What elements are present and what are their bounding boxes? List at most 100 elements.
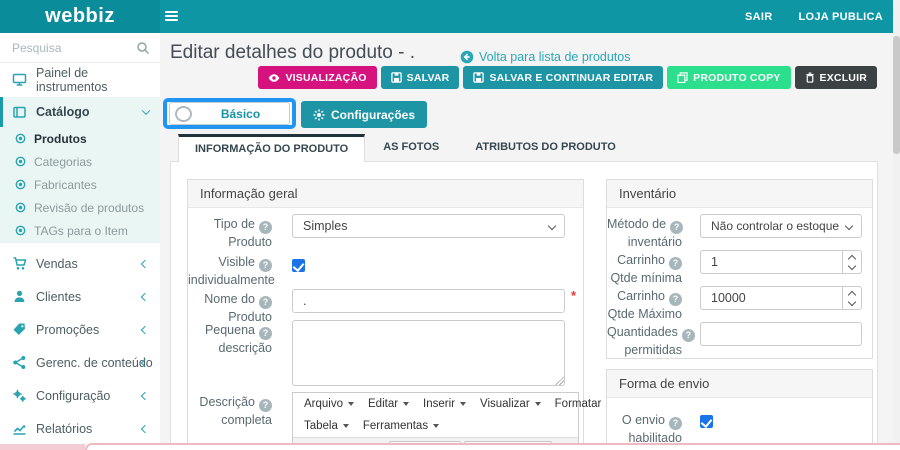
sign-out-link[interactable]: SAIR xyxy=(745,11,772,23)
editor-menu-file[interactable]: Arquivo xyxy=(297,394,361,414)
sidebar-item-manufacturers[interactable]: Fabricantes xyxy=(0,173,160,196)
save-continue-button-label: SALVAR E CONTINUAR EDITAR xyxy=(489,72,653,84)
tab-product-info[interactable]: INFORMAÇÃO DO PRODUTO xyxy=(178,134,365,162)
circle-dot-icon xyxy=(15,156,26,167)
general-info-panel: Informação geral Tipo de? Produto Simple… xyxy=(187,179,584,450)
shipping-enabled-checkbox[interactable] xyxy=(700,415,713,428)
public-store-link[interactable]: LOJA PUBLICA xyxy=(799,11,883,23)
scrollbar-thumb[interactable] xyxy=(893,36,900,154)
tab-product-attributes[interactable]: ATRIBUTOS DO PRODUTO xyxy=(457,134,634,162)
inventory-method-select[interactable]: Não controlar o estoque xyxy=(700,214,862,238)
help-icon[interactable]: ? xyxy=(669,257,682,270)
editor-menu-table[interactable]: Tabela xyxy=(297,416,356,436)
preview-button[interactable]: VISUALIZAÇÃO xyxy=(258,66,376,89)
toggle-knob[interactable] xyxy=(175,106,192,122)
panel-title: Informação geral xyxy=(188,180,583,208)
short-description-textarea[interactable] xyxy=(292,320,565,386)
product-name-input[interactable] xyxy=(292,289,565,313)
sidebar-item-label: Produtos xyxy=(34,132,87,146)
panel-title: Forma de envio xyxy=(607,370,872,398)
help-icon[interactable]: ? xyxy=(259,327,272,340)
save-button[interactable]: SALVAR xyxy=(381,66,460,89)
help-icon[interactable]: ? xyxy=(259,399,272,412)
product-type-label: Tipo de? Produto xyxy=(188,216,272,250)
settings-button[interactable]: Configurações xyxy=(301,101,427,128)
help-icon[interactable]: ? xyxy=(259,221,272,234)
chevron-down-icon xyxy=(142,107,150,115)
resize-grip[interactable] xyxy=(555,376,564,385)
eye-icon xyxy=(268,73,280,83)
sidebar: Painel de instrumentos Catálogo Produtos… xyxy=(0,33,160,450)
tab-pictures[interactable]: AS FOTOS xyxy=(365,134,457,162)
chevron-left-icon xyxy=(141,391,149,399)
sidebar-item-products[interactable]: Produtos xyxy=(0,127,160,150)
delete-button-label: EXCLUIR xyxy=(820,72,868,84)
visible-individually-label: Visible? individualmente xyxy=(188,254,272,288)
editor-menu-view[interactable]: Visualizar xyxy=(473,394,548,414)
cart-max-qty-field xyxy=(700,286,862,310)
toggle-label: Básico xyxy=(192,107,289,121)
required-asterisk: * xyxy=(571,288,576,303)
sidebar-item-customers[interactable]: Clientes xyxy=(0,280,160,313)
sidebar-item-label: TAGs para o Item xyxy=(34,224,128,238)
book-icon xyxy=(12,105,27,120)
sidebar-item-label: Clientes xyxy=(36,290,81,304)
tag-icon xyxy=(12,322,27,337)
bottom-overlay-bar xyxy=(85,443,900,450)
product-name-label: Nome do? Produto xyxy=(188,291,272,325)
sidebar-item-reports[interactable]: Relatórios xyxy=(0,412,160,445)
trash-icon xyxy=(805,72,815,83)
inventory-method-label: Método de? inventário xyxy=(607,216,682,250)
editor-menu-tools[interactable]: Ferramentas xyxy=(356,416,446,436)
help-icon[interactable]: ? xyxy=(259,296,272,309)
circle-dot-icon xyxy=(15,202,26,213)
caret-icon xyxy=(535,402,541,406)
back-link-label: Volta para lista de produtos xyxy=(479,50,631,64)
save-continue-button[interactable]: SALVAR E CONTINUAR EDITAR xyxy=(463,66,663,89)
number-spinner[interactable] xyxy=(842,287,861,309)
basic-advanced-toggle[interactable]: Básico xyxy=(169,102,290,125)
cart-icon xyxy=(12,256,27,271)
chevron-down-icon xyxy=(845,222,853,230)
page-scrollbar xyxy=(893,0,900,450)
user-icon xyxy=(12,289,27,304)
visible-individually-checkbox[interactable] xyxy=(292,259,305,272)
caret-icon xyxy=(403,402,409,406)
bottom-overlay-left xyxy=(0,444,85,450)
sidebar-item-product-reviews[interactable]: Revisão de produtos xyxy=(0,196,160,219)
help-icon[interactable]: ? xyxy=(682,329,695,342)
search-icon xyxy=(136,41,150,55)
help-icon[interactable]: ? xyxy=(670,221,683,234)
back-to-product-list-link[interactable]: Volta para lista de produtos xyxy=(460,50,631,64)
sidebar-item-product-tags[interactable]: TAGs para o Item xyxy=(0,219,160,242)
sidebar-item-content-management[interactable]: Gerenc. de conteúdo xyxy=(0,346,160,379)
sidebar-item-promotions[interactable]: Promoções xyxy=(0,313,160,346)
search-input[interactable] xyxy=(0,33,132,62)
sidebar-item-label: Gerenc. de conteúdo xyxy=(36,356,153,370)
editor-menu-edit[interactable]: Editar xyxy=(361,394,416,414)
shipping-enabled-label: O envio? habilitado xyxy=(607,412,682,446)
monitor-icon xyxy=(12,72,27,87)
sidebar-toggle-icon[interactable] xyxy=(165,11,179,22)
help-icon[interactable]: ? xyxy=(669,293,682,306)
inventory-method-value: Não controlar o estoque xyxy=(711,219,839,233)
allowed-quantities-input[interactable] xyxy=(700,322,862,346)
cart-max-qty-label: Carrinho? Qtde Máximo xyxy=(607,288,682,322)
help-icon[interactable]: ? xyxy=(259,259,272,272)
editor-menu-insert[interactable]: Inserir xyxy=(416,394,473,414)
product-type-select[interactable]: Simples xyxy=(292,214,565,238)
sidebar-item-configuration[interactable]: Configuração xyxy=(0,379,160,412)
cart-min-qty-input[interactable] xyxy=(700,250,862,274)
number-spinner[interactable] xyxy=(842,251,861,273)
delete-button[interactable]: EXCLUIR xyxy=(795,66,878,89)
cart-max-qty-input[interactable] xyxy=(700,286,862,310)
sidebar-item-catalog[interactable]: Catálogo xyxy=(0,97,160,127)
help-icon[interactable]: ? xyxy=(669,417,682,430)
sidebar-item-sales[interactable]: Vendas xyxy=(0,247,160,280)
copy-product-button[interactable]: PRODUTO COPY xyxy=(667,66,790,89)
sidebar-item-dashboard[interactable]: Painel de instrumentos xyxy=(0,63,160,96)
sidebar-item-categories[interactable]: Categorias xyxy=(0,150,160,173)
product-type-value: Simples xyxy=(303,219,347,233)
floppy-icon xyxy=(473,72,484,83)
chevron-down-icon xyxy=(548,222,556,230)
